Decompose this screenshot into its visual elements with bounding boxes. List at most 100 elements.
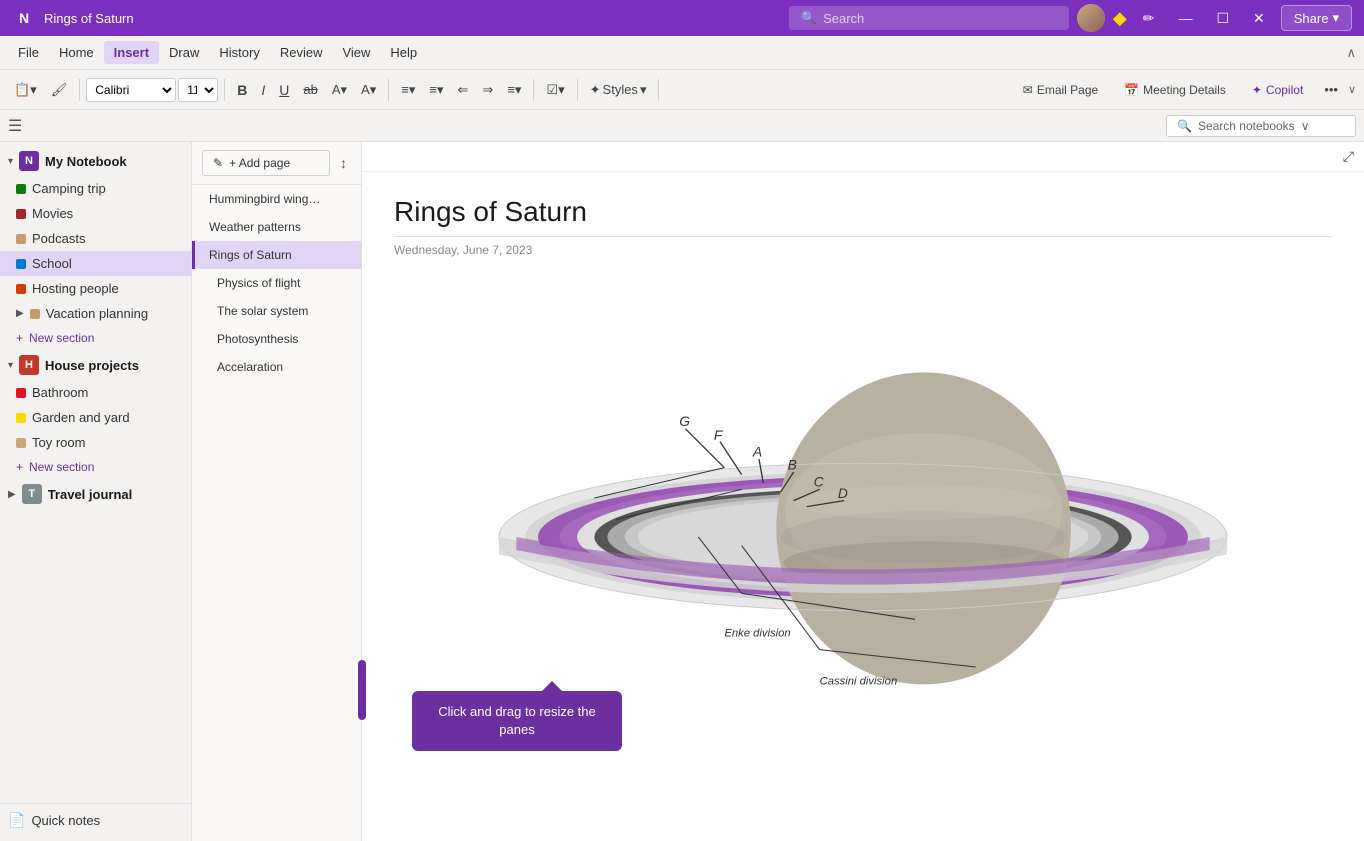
meeting-details-button[interactable]: 📅 Meeting Details: [1113, 78, 1237, 102]
premium-icon[interactable]: ◆: [1113, 8, 1127, 29]
sidebar-item-school[interactable]: School: [0, 251, 191, 276]
sidebar-item-podcasts[interactable]: Podcasts: [0, 226, 191, 251]
maximize-button[interactable]: ☐: [1208, 6, 1237, 31]
page-item-hummingbird[interactable]: Hummingbird wing…: [192, 185, 361, 213]
format-painter-button[interactable]: 🖌: [45, 78, 74, 102]
minimize-button[interactable]: —: [1170, 6, 1200, 30]
toolbar-collapse-icon[interactable]: ∨: [1348, 83, 1356, 96]
toolbar-sep-1: [79, 79, 80, 101]
resize-tooltip: Click and drag to resize the panes: [412, 691, 622, 751]
close-button[interactable]: ✕: [1245, 6, 1273, 31]
sidebar-item-toy-room[interactable]: Toy room: [0, 430, 191, 455]
numbering-button[interactable]: ≡▾: [423, 78, 449, 102]
menu-history[interactable]: History: [209, 41, 269, 64]
menu-view[interactable]: View: [332, 41, 380, 64]
section-dot-movies: [16, 209, 26, 219]
alignment-button[interactable]: ≡▾: [501, 78, 527, 102]
menu-home[interactable]: Home: [49, 41, 104, 64]
svg-text:F: F: [714, 427, 724, 443]
main-content: ▾ N My Notebook Camping trip Movies Podc…: [0, 142, 1364, 841]
copilot-button[interactable]: ✦ Copilot: [1241, 78, 1314, 102]
menu-expand-icon[interactable]: ∧: [1346, 45, 1356, 61]
sidebar: ▾ N My Notebook Camping trip Movies Podc…: [0, 142, 192, 841]
page-item-rings-of-saturn[interactable]: Rings of Saturn: [192, 241, 361, 269]
expand-arrow-icon: ▶: [16, 308, 24, 319]
font-color-button[interactable]: A▾: [355, 78, 382, 102]
search-notebooks[interactable]: 🔍 Search notebooks ∨: [1166, 115, 1356, 137]
section-dot-vacation: [30, 309, 40, 319]
section-dot-school: [16, 259, 26, 269]
checkbox-button[interactable]: ☑▾: [540, 78, 570, 102]
sidebar-new-section-2[interactable]: + New section: [0, 455, 191, 479]
menu-bar: File Home Insert Draw History Review Vie…: [0, 36, 1364, 70]
svg-text:A: A: [752, 443, 762, 459]
section-dot-bathroom: [16, 388, 26, 398]
sidebar-item-bathroom[interactable]: Bathroom: [0, 380, 191, 405]
page-date: Wednesday, June 7, 2023: [394, 243, 1332, 257]
font-family-select[interactable]: Calibri: [86, 78, 176, 102]
notebook-house-projects-header[interactable]: ▾ H House projects: [0, 350, 191, 380]
sidebar-item-garden[interactable]: Garden and yard: [0, 405, 191, 430]
menu-file[interactable]: File: [8, 41, 49, 64]
sidebar-new-section-1[interactable]: + New section: [0, 326, 191, 350]
page-item-accelaration[interactable]: Accelaration: [192, 353, 361, 381]
styles-button[interactable]: ✦ Styles ▾: [584, 78, 653, 102]
underline-button[interactable]: U: [273, 78, 295, 102]
sidebar-item-hosting-people[interactable]: Hosting people: [0, 276, 191, 301]
title-search-bar[interactable]: 🔍 Search: [789, 6, 1069, 30]
notebook-icon-house: H: [19, 355, 39, 375]
content-area: ⤢ Rings of Saturn Wednesday, June 7, 202…: [362, 142, 1364, 841]
menu-help[interactable]: Help: [380, 41, 427, 64]
pen-icon[interactable]: ✏: [1135, 6, 1163, 31]
notebook-travel-journal-header[interactable]: ▶ T Travel journal: [0, 479, 191, 509]
page-item-weather-patterns[interactable]: Weather patterns: [192, 213, 361, 241]
font-size-select[interactable]: 11: [178, 78, 218, 102]
title-bar: N Rings of Saturn 🔍 Search ◆ ✏ — ☐ ✕ Sha…: [0, 0, 1364, 36]
notebook-title-travel-journal: Travel journal: [48, 487, 133, 502]
notebook-my-notebook: ▾ N My Notebook Camping trip Movies Podc…: [0, 146, 191, 350]
avatar[interactable]: [1077, 4, 1105, 32]
svg-text:C: C: [814, 474, 825, 490]
menu-insert[interactable]: Insert: [104, 41, 159, 64]
search-dropdown-icon[interactable]: ∨: [1301, 119, 1310, 133]
toolbar-sep-4: [533, 79, 534, 101]
toolbar-sep-2: [224, 79, 225, 101]
notebook-travel-journal: ▶ T Travel journal: [0, 479, 191, 509]
hamburger-icon[interactable]: ☰: [8, 116, 22, 136]
strikethrough-button[interactable]: ab: [297, 78, 323, 101]
email-page-button[interactable]: ✉ Email Page: [1012, 78, 1109, 102]
highlight-button[interactable]: A▾: [326, 78, 353, 102]
page-item-physics-of-flight[interactable]: Physics of flight: [192, 269, 361, 297]
title-controls: ◆ ✏ — ☐ ✕ Share ▾: [1077, 4, 1352, 32]
italic-button[interactable]: I: [255, 78, 271, 102]
notebook-title-house-projects: House projects: [45, 358, 139, 373]
sidebar-item-camping-trip[interactable]: Camping trip: [0, 176, 191, 201]
notebook-my-notebook-header[interactable]: ▾ N My Notebook: [0, 146, 191, 176]
plus-icon: +: [16, 331, 23, 345]
page-item-photosynthesis[interactable]: Photosynthesis: [192, 325, 361, 353]
menu-draw[interactable]: Draw: [159, 41, 209, 64]
page-item-solar-system[interactable]: The solar system: [192, 297, 361, 325]
menu-review[interactable]: Review: [270, 41, 333, 64]
indent-increase-button[interactable]: ⇒: [476, 78, 499, 102]
share-button[interactable]: Share ▾: [1281, 5, 1352, 31]
quick-notes-label: Quick notes: [31, 813, 100, 828]
saturn-diagram-container: G F A B C D: [473, 277, 1253, 731]
add-page-button[interactable]: ✎ + Add page: [202, 150, 330, 176]
chevron-down-icon: ▾: [8, 156, 13, 167]
indent-decrease-button[interactable]: ⇐: [452, 78, 475, 102]
toolbar-sep-3: [388, 79, 389, 101]
bullets-button[interactable]: ≡▾: [395, 78, 421, 102]
more-options-button[interactable]: •••: [1318, 78, 1344, 101]
clipboard-button[interactable]: 📋▾: [8, 78, 43, 102]
expand-content-button[interactable]: ⤢: [1343, 148, 1354, 165]
notebook-icon-travel: T: [22, 484, 42, 504]
svg-text:B: B: [788, 456, 797, 472]
sort-pages-button[interactable]: ↕: [336, 151, 351, 175]
toolbar-sep-5: [577, 79, 578, 101]
sidebar-item-vacation-planning[interactable]: ▶ Vacation planning: [0, 301, 191, 326]
sidebar-item-movies[interactable]: Movies: [0, 201, 191, 226]
resize-handle[interactable]: [358, 660, 366, 720]
bold-button[interactable]: B: [231, 78, 253, 102]
quick-notes-section[interactable]: 📄 Quick notes: [0, 803, 191, 837]
